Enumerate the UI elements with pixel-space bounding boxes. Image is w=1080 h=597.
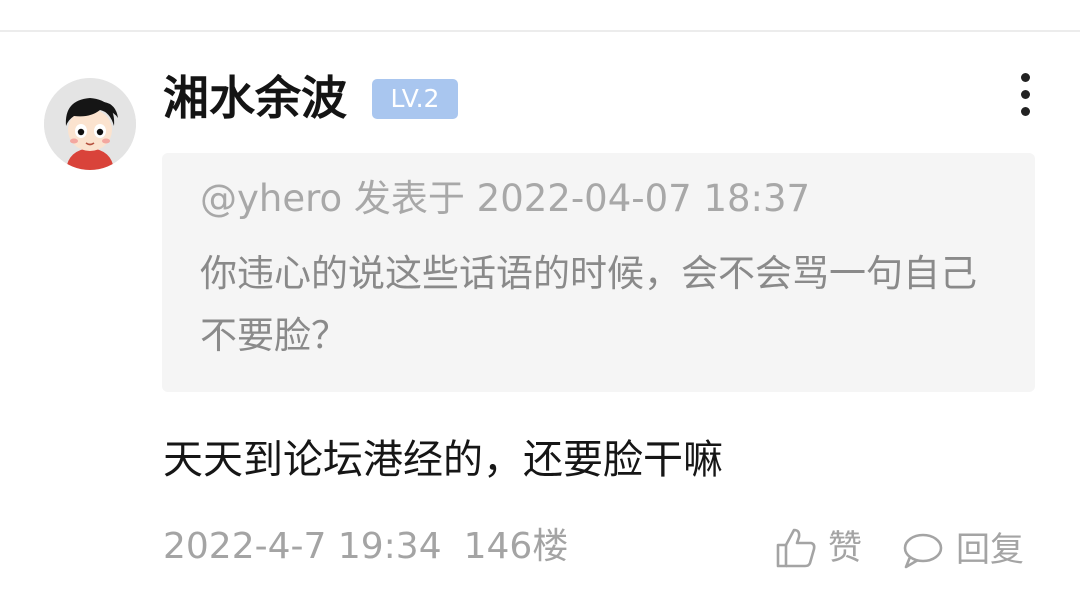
post-timestamp: 2022-4-7 19:34	[163, 526, 442, 567]
post-meta: 2022-4-7 19:34 146楼	[163, 521, 568, 573]
like-label: 赞	[828, 528, 862, 568]
author-name[interactable]: 湘水余波	[163, 70, 347, 126]
comment-bubble-icon	[903, 533, 943, 569]
reply-label: 回复	[956, 530, 1024, 570]
comment-page: 湘水余波 LV.2 @yhero 发表于 2022-04-07 18:37 你违…	[0, 0, 1080, 597]
more-vertical-icon-dot	[1021, 107, 1030, 116]
level-badge: LV.2	[372, 79, 458, 119]
quoted-post[interactable]: @yhero 发表于 2022-04-07 18:37 你违心的说这些话语的时候…	[162, 153, 1035, 392]
cartoon-avatar-icon	[44, 78, 136, 170]
comment-content: 天天到论坛港经的，还要脸干嘛	[163, 437, 723, 483]
reply-button[interactable]: 回复	[900, 524, 1024, 576]
thumbs-up-icon	[776, 528, 816, 568]
quote-text: 你违心的说这些话语的时候，会不会骂一句自己不要脸？	[200, 252, 977, 357]
quote-meta: @yhero 发表于 2022-04-07 18:37	[200, 177, 811, 220]
like-button[interactable]: 赞	[774, 522, 862, 574]
top-divider	[0, 30, 1080, 32]
floor-number: 146楼	[463, 526, 569, 567]
more-vertical-icon-dot	[1021, 90, 1030, 99]
more-options-button[interactable]	[1006, 68, 1046, 120]
more-vertical-icon	[1021, 73, 1030, 82]
avatar[interactable]	[44, 78, 136, 170]
